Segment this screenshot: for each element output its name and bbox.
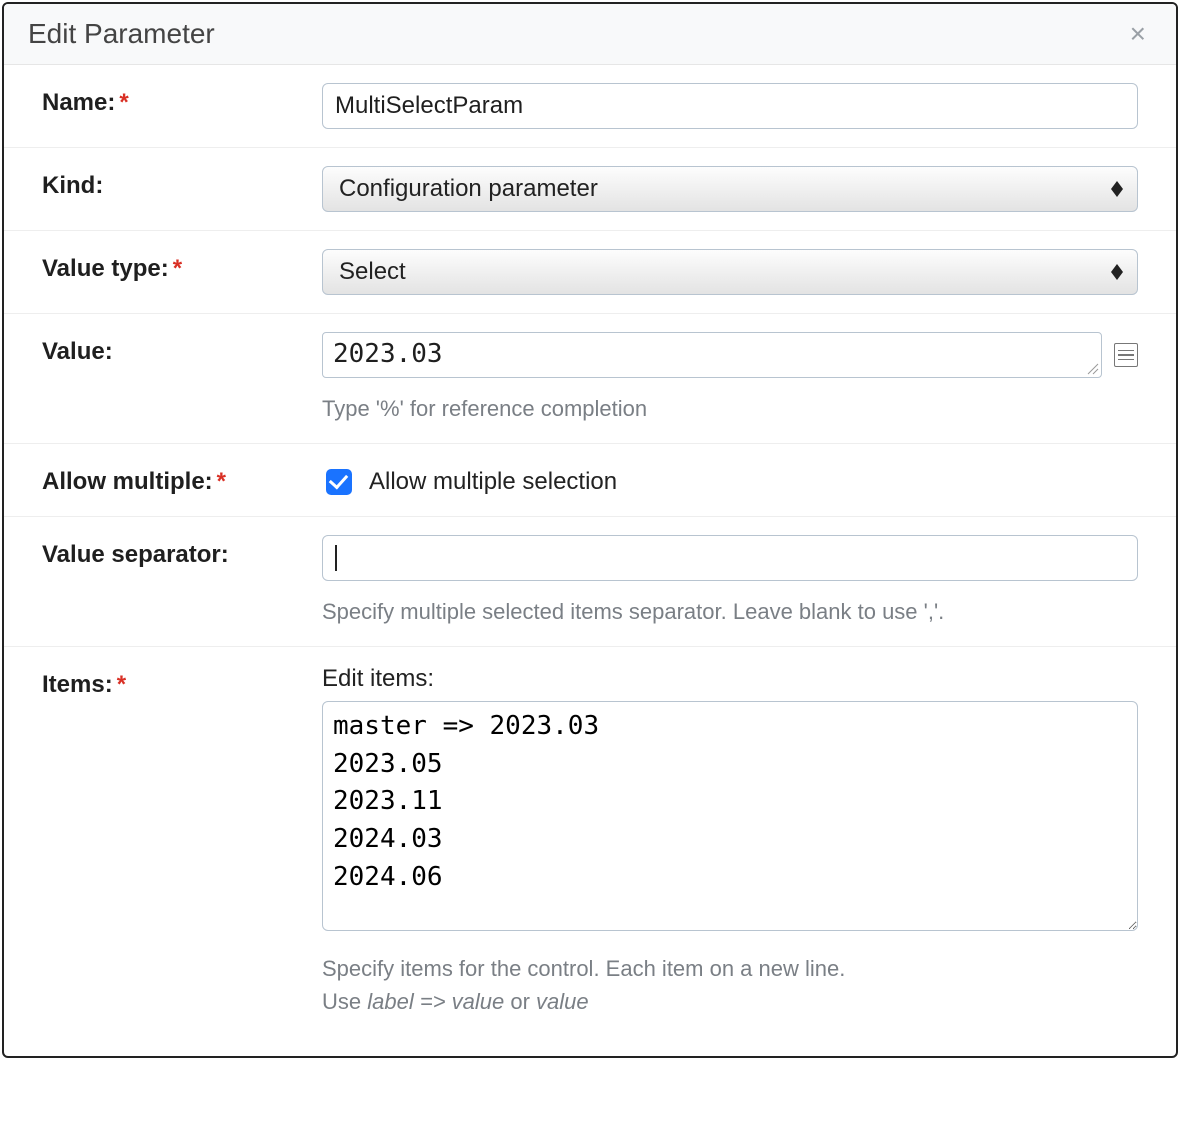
- value-separator-hint: Specify multiple selected items separato…: [322, 595, 1138, 628]
- expand-editor-icon[interactable]: [1114, 343, 1138, 367]
- label-items: Items:*: [42, 665, 322, 699]
- dialog-header: Edit Parameter ×: [4, 4, 1176, 65]
- select-arrows-icon: [1111, 264, 1123, 280]
- name-input[interactable]: [322, 83, 1138, 129]
- text-cursor-icon: [335, 545, 337, 571]
- row-value-type: Value type:* Select: [4, 231, 1176, 314]
- required-icon: *: [173, 255, 182, 282]
- items-hint-line1: Specify items for the control. Each item…: [322, 956, 845, 981]
- select-arrows-icon: [1111, 181, 1123, 197]
- items-hint-line2b: label => value: [367, 989, 504, 1014]
- allow-multiple-checkbox-label: Allow multiple selection: [369, 468, 617, 496]
- resize-handle-icon: [1085, 361, 1099, 375]
- kind-select[interactable]: Configuration parameter: [322, 166, 1138, 212]
- value-hint: Type '%' for reference completion: [322, 392, 1138, 425]
- label-value: Value:: [42, 332, 322, 366]
- allow-multiple-checkbox[interactable]: [326, 469, 352, 495]
- items-textarea[interactable]: [322, 701, 1138, 931]
- row-name: Name:*: [4, 65, 1176, 148]
- label-value-type-text: Value type:: [42, 255, 169, 282]
- value-input[interactable]: 2023.03: [322, 332, 1102, 378]
- value-type-select[interactable]: Select: [322, 249, 1138, 295]
- items-hint-line2d: value: [536, 989, 589, 1014]
- edit-parameter-dialog: Edit Parameter × Name:* Kind: Configurat…: [2, 2, 1178, 1058]
- dialog-title: Edit Parameter: [28, 18, 215, 50]
- label-value-type: Value type:*: [42, 249, 322, 283]
- row-kind: Kind: Configuration parameter: [4, 148, 1176, 231]
- label-allow-multiple: Allow multiple:*: [42, 462, 322, 496]
- required-icon: *: [117, 671, 126, 698]
- value-separator-input[interactable]: [322, 535, 1138, 581]
- required-icon: *: [119, 89, 128, 116]
- row-items: Items:* Edit items: Specify items for th…: [4, 647, 1176, 1036]
- label-name: Name:*: [42, 83, 322, 117]
- required-icon: *: [217, 468, 226, 495]
- row-value: Value: 2023.03 Type '%' for reference co…: [4, 314, 1176, 444]
- items-hint-line2c: or: [504, 989, 536, 1014]
- items-hint-line2a: Use: [322, 989, 367, 1014]
- label-value-separator: Value separator:: [42, 535, 322, 569]
- kind-select-value: Configuration parameter: [339, 175, 598, 202]
- items-hint: Specify items for the control. Each item…: [322, 952, 1138, 1018]
- label-items-text: Items:: [42, 671, 113, 698]
- dialog-body: Name:* Kind: Configuration parameter: [4, 65, 1176, 1056]
- items-edit-label: Edit items:: [322, 665, 1138, 693]
- label-name-text: Name:: [42, 89, 115, 116]
- value-type-select-value: Select: [339, 258, 406, 285]
- row-value-separator: Value separator: Specify multiple select…: [4, 517, 1176, 647]
- row-allow-multiple: Allow multiple:* Allow multiple selectio…: [4, 444, 1176, 517]
- label-kind: Kind:: [42, 166, 322, 200]
- close-icon[interactable]: ×: [1124, 20, 1152, 48]
- label-allow-multiple-text: Allow multiple:: [42, 468, 213, 495]
- value-input-text: 2023.03: [333, 339, 443, 369]
